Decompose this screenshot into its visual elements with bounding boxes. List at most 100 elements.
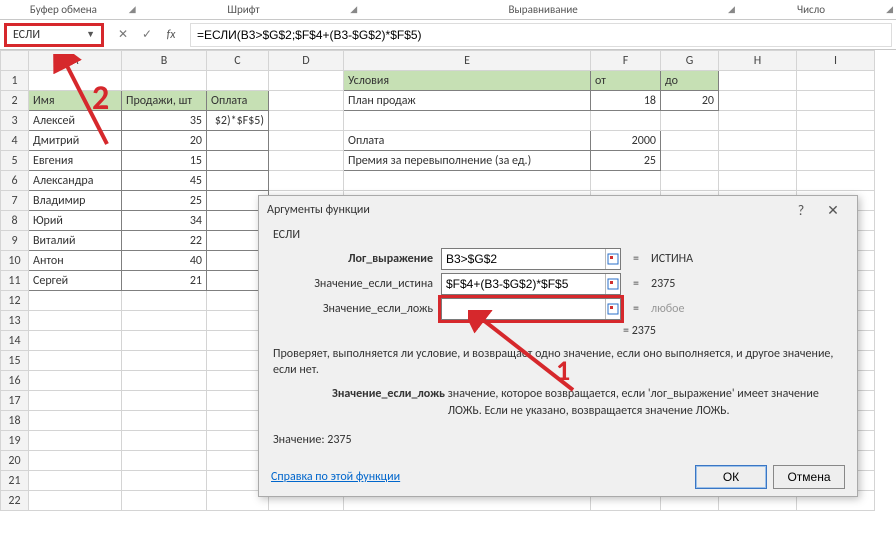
- cell-B6[interactable]: 45: [122, 171, 207, 191]
- arg2-ref-button[interactable]: [605, 274, 620, 294]
- row-header-11[interactable]: 11: [1, 271, 29, 291]
- group-font: Шрифт: [139, 3, 349, 16]
- col-header-H[interactable]: H: [719, 51, 797, 71]
- dialog-help-button[interactable]: ?: [785, 198, 817, 222]
- confirm-formula-button[interactable]: ✓: [138, 26, 156, 44]
- cell-A2[interactable]: Имя: [29, 91, 122, 111]
- cell-F2[interactable]: 18: [591, 91, 661, 111]
- arg-desc-text: значение, которое возвращается, если 'ло…: [448, 386, 828, 418]
- col-header-F[interactable]: F: [591, 51, 661, 71]
- cell-B7[interactable]: 25: [122, 191, 207, 211]
- dialog-close-button[interactable]: ✕: [817, 198, 849, 222]
- cell-A7[interactable]: Владимир: [29, 191, 122, 211]
- overall-result: = 2375: [623, 324, 843, 338]
- value-result: 2375: [327, 433, 351, 447]
- align-launcher-icon[interactable]: ◢: [726, 4, 738, 15]
- cell-C3[interactable]: $2)*$F$5): [207, 111, 269, 131]
- row-header-18[interactable]: 18: [1, 411, 29, 431]
- cell-A11[interactable]: Сергей: [29, 271, 122, 291]
- row-header-1[interactable]: 1: [1, 71, 29, 91]
- cell-G2[interactable]: 20: [661, 91, 719, 111]
- arg3-input[interactable]: [442, 302, 605, 316]
- cell-A9[interactable]: Виталий: [29, 231, 122, 251]
- value-label: Значение:: [273, 433, 325, 447]
- arg2-input[interactable]: [442, 277, 605, 291]
- row-header-17[interactable]: 17: [1, 391, 29, 411]
- row-header-13[interactable]: 13: [1, 311, 29, 331]
- col-header-G[interactable]: G: [661, 51, 719, 71]
- arg3-label: Значение_если_ложь: [273, 302, 433, 316]
- cell-F5[interactable]: 25: [591, 151, 661, 171]
- cell-A4[interactable]: Дмитрий: [29, 131, 122, 151]
- row-header-22[interactable]: 22: [1, 491, 29, 511]
- row-header-7[interactable]: 7: [1, 191, 29, 211]
- row-header-4[interactable]: 4: [1, 131, 29, 151]
- cell-A3[interactable]: Алексей: [29, 111, 122, 131]
- col-header-E[interactable]: E: [344, 51, 591, 71]
- row-header-20[interactable]: 20: [1, 451, 29, 471]
- cell-A6[interactable]: Александра: [29, 171, 122, 191]
- arg1-input[interactable]: [442, 252, 605, 266]
- col-header-C[interactable]: C: [207, 51, 269, 71]
- col-header-D[interactable]: D: [269, 51, 344, 71]
- cell-B10[interactable]: 40: [122, 251, 207, 271]
- arg3-ref-button[interactable]: [605, 299, 620, 319]
- number-launcher-icon[interactable]: ◢: [884, 4, 896, 15]
- cell-E1[interactable]: Условия: [344, 71, 591, 91]
- row-header-19[interactable]: 19: [1, 431, 29, 451]
- cell-A10[interactable]: Антон: [29, 251, 122, 271]
- row-header-6[interactable]: 6: [1, 171, 29, 191]
- cell-B4[interactable]: 20: [122, 131, 207, 151]
- row-header-9[interactable]: 9: [1, 231, 29, 251]
- col-header-A[interactable]: A: [29, 51, 122, 71]
- ok-button[interactable]: ОК: [695, 465, 767, 489]
- cell-E4[interactable]: Оплата: [344, 131, 591, 151]
- cancel-formula-button[interactable]: ✕: [114, 26, 132, 44]
- group-clipboard: Буфер обмена: [0, 3, 127, 16]
- arg1-ref-button[interactable]: [605, 249, 620, 269]
- chevron-down-icon[interactable]: ▼: [86, 29, 95, 40]
- cell-B9[interactable]: 22: [122, 231, 207, 251]
- cell-C2[interactable]: Оплата: [207, 91, 269, 111]
- cell-A8[interactable]: Юрий: [29, 211, 122, 231]
- row-header-2[interactable]: 2: [1, 91, 29, 111]
- name-box[interactable]: ЕСЛИ ▼: [4, 23, 104, 47]
- row-header-15[interactable]: 15: [1, 351, 29, 371]
- font-launcher-icon[interactable]: ◢: [348, 4, 360, 15]
- cell-E2[interactable]: План продаж: [344, 91, 591, 111]
- cell-F1[interactable]: от: [591, 71, 661, 91]
- cancel-button[interactable]: Отмена: [773, 465, 845, 489]
- cell-G1[interactable]: до: [661, 71, 719, 91]
- cell-A5[interactable]: Евгения: [29, 151, 122, 171]
- function-arguments-dialog: Аргументы функции ? ✕ ЕСЛИ Лог_выражение…: [258, 195, 858, 497]
- row-header-5[interactable]: 5: [1, 151, 29, 171]
- clipboard-launcher-icon[interactable]: ◢: [127, 4, 139, 15]
- dialog-title: Аргументы функции: [267, 203, 370, 217]
- cell-E5[interactable]: Премия за перевыполнение (за ед.): [344, 151, 591, 171]
- col-header-B[interactable]: B: [122, 51, 207, 71]
- row-header-8[interactable]: 8: [1, 211, 29, 231]
- formula-input[interactable]: [190, 23, 892, 47]
- cell-B11[interactable]: 21: [122, 271, 207, 291]
- name-box-value: ЕСЛИ: [13, 28, 40, 42]
- cell-B8[interactable]: 34: [122, 211, 207, 231]
- ribbon-group-labels: Буфер обмена ◢ Шрифт ◢ Выравнивание ◢ Чи…: [0, 0, 896, 20]
- row-header-3[interactable]: 3: [1, 111, 29, 131]
- row-header-10[interactable]: 10: [1, 251, 29, 271]
- row-header-14[interactable]: 14: [1, 331, 29, 351]
- cell-F4[interactable]: 2000: [591, 131, 661, 151]
- col-header-I[interactable]: I: [797, 51, 875, 71]
- insert-function-button[interactable]: fx: [162, 26, 180, 44]
- function-name: ЕСЛИ: [273, 228, 843, 242]
- row-header-21[interactable]: 21: [1, 471, 29, 491]
- arg1-label: Лог_выражение: [273, 252, 433, 266]
- arg1-result: ИСТИНА: [651, 252, 843, 266]
- dialog-titlebar[interactable]: Аргументы функции ? ✕: [259, 196, 857, 224]
- function-help-link[interactable]: Справка по этой функции: [271, 470, 400, 484]
- cell-B2[interactable]: Продажи, шт: [122, 91, 207, 111]
- row-header-16[interactable]: 16: [1, 371, 29, 391]
- cell-B3[interactable]: 35: [122, 111, 207, 131]
- row-header-12[interactable]: 12: [1, 291, 29, 311]
- cell-B5[interactable]: 15: [122, 151, 207, 171]
- select-all-corner[interactable]: [1, 51, 29, 71]
